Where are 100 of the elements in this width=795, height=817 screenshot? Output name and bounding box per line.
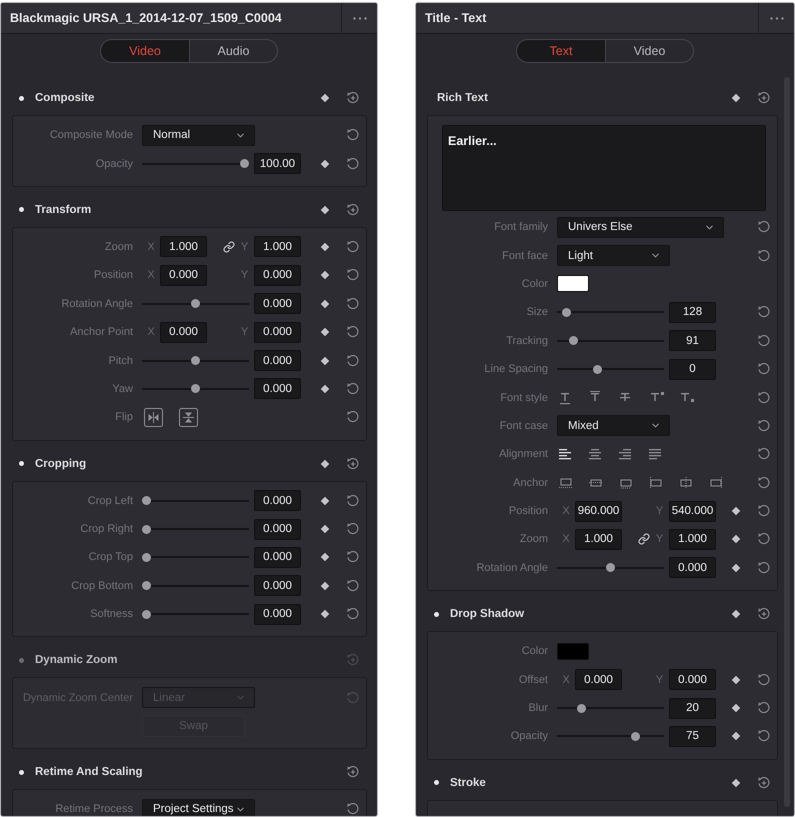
keyframe-icon[interactable]	[320, 300, 330, 308]
keyframe-icon[interactable]	[320, 356, 330, 365]
slider-track[interactable]	[142, 524, 249, 534]
reset-icon[interactable]	[757, 560, 771, 575]
value-field[interactable]: 128	[669, 302, 716, 323]
reset-icon[interactable]	[757, 447, 771, 462]
slider-track[interactable]	[142, 552, 249, 562]
flip-horizontal-icon[interactable]	[144, 408, 163, 427]
align-center-icon[interactable]	[589, 448, 601, 460]
slider-thumb[interactable]	[630, 732, 640, 741]
tab[interactable]: Video	[101, 40, 189, 62]
slider-thumb[interactable]	[568, 336, 578, 346]
text-field[interactable]: Earlier...	[442, 125, 766, 211]
keyframe-icon[interactable]	[732, 610, 740, 618]
value-field[interactable]: 960.000	[575, 500, 622, 522]
tab[interactable]: Video	[605, 40, 693, 62]
slider-track[interactable]	[142, 159, 249, 168]
slider-thumb[interactable]	[142, 581, 151, 590]
reset-icon[interactable]	[757, 91, 771, 105]
slider-thumb[interactable]	[142, 496, 151, 506]
reset-icon[interactable]	[346, 354, 360, 368]
reset-icon[interactable]	[757, 334, 771, 348]
dropdown[interactable]: Project Settings	[142, 798, 255, 816]
value-field[interactable]: 0.000	[254, 378, 301, 400]
slider-thumb[interactable]	[593, 364, 602, 374]
reset-icon[interactable]	[346, 550, 360, 564]
slider-thumb[interactable]	[576, 704, 586, 713]
section-title[interactable]: Retime And Scaling	[35, 766, 143, 778]
reset-icon[interactable]	[346, 607, 360, 622]
link-icon[interactable]	[638, 533, 650, 546]
value-field[interactable]: 0.000	[254, 293, 301, 314]
reset-icon[interactable]	[346, 410, 360, 424]
anchor-icon[interactable]	[679, 476, 693, 489]
section-title[interactable]: Stroke	[450, 776, 486, 789]
reset-icon[interactable]	[757, 504, 771, 518]
keyframe-icon[interactable]	[320, 242, 330, 252]
value-field[interactable]: 1.000	[575, 528, 622, 550]
value-field[interactable]: 0.000	[575, 669, 622, 690]
dropdown[interactable]: Normal	[142, 124, 255, 146]
align-left-icon[interactable]	[559, 448, 571, 460]
reset-icon[interactable]	[346, 268, 360, 282]
reset-icon[interactable]	[757, 701, 771, 716]
value-field[interactable]: 0.000	[254, 490, 301, 512]
value-field[interactable]: 0.000	[669, 669, 716, 690]
subscript-icon[interactable]	[679, 390, 695, 405]
reset-icon[interactable]	[346, 456, 360, 471]
value-field[interactable]: 0.000	[160, 322, 207, 343]
reset-icon[interactable]	[346, 578, 360, 593]
anchor-icon[interactable]	[709, 476, 723, 489]
reset-icon[interactable]	[346, 240, 360, 254]
slider-track[interactable]	[557, 704, 664, 713]
slider-thumb[interactable]	[191, 356, 200, 366]
value-field[interactable]: 0.000	[254, 604, 301, 625]
reset-icon[interactable]	[757, 776, 771, 790]
slider-thumb[interactable]	[191, 384, 200, 394]
value-field[interactable]: 540.000	[669, 500, 716, 522]
reset-icon[interactable]	[346, 325, 360, 340]
slider-track[interactable]	[557, 732, 664, 741]
reset-icon[interactable]	[757, 607, 771, 622]
reset-icon[interactable]	[346, 522, 360, 536]
slider-track[interactable]	[142, 356, 249, 366]
reset-icon[interactable]	[346, 494, 360, 508]
section-title[interactable]: Dynamic Zoom	[35, 654, 118, 666]
value-field[interactable]: 0.000	[254, 575, 301, 596]
keyframe-icon[interactable]	[732, 94, 740, 102]
tab[interactable]: Text	[517, 40, 605, 62]
value-field[interactable]: 0.000	[669, 557, 716, 578]
keyframe-icon[interactable]	[320, 159, 330, 168]
reset-icon[interactable]	[346, 202, 360, 217]
slider-track[interactable]	[142, 496, 249, 506]
keyframe-icon[interactable]	[320, 384, 330, 394]
reset-icon[interactable]	[346, 91, 360, 105]
reset-icon[interactable]	[757, 305, 771, 320]
slider-thumb[interactable]	[142, 552, 151, 562]
value-field[interactable]: 20	[669, 698, 716, 719]
slider-track[interactable]	[142, 384, 249, 394]
keyframe-icon[interactable]	[320, 328, 330, 336]
section-title[interactable]: Transform	[35, 204, 92, 216]
value-field[interactable]: 0	[669, 358, 716, 380]
slider-track[interactable]	[557, 563, 664, 572]
section-title[interactable]: Drop Shadow	[450, 608, 524, 620]
link-icon[interactable]	[223, 240, 235, 253]
value-field[interactable]: 0.000	[254, 546, 301, 568]
slider-thumb[interactable]	[142, 610, 151, 619]
value-field[interactable]: 1.000	[160, 236, 207, 258]
value-field[interactable]: 0.000	[254, 350, 301, 372]
slider-thumb[interactable]	[240, 159, 249, 168]
dropdown[interactable]: Univers Else	[557, 216, 724, 238]
reset-icon[interactable]	[346, 765, 360, 780]
reset-icon[interactable]	[757, 418, 771, 433]
keyframe-icon[interactable]	[320, 496, 330, 505]
reset-icon[interactable]	[757, 362, 771, 376]
keyframe-icon[interactable]	[320, 553, 330, 562]
keyframe-icon[interactable]	[732, 675, 740, 684]
keyframe-icon[interactable]	[732, 704, 740, 712]
value-field[interactable]: 91	[669, 330, 716, 352]
keyframe-icon[interactable]	[320, 206, 330, 214]
tab[interactable]: Audio	[189, 40, 277, 62]
justify-icon[interactable]	[649, 448, 661, 460]
value-field[interactable]: 0.000	[254, 264, 301, 286]
